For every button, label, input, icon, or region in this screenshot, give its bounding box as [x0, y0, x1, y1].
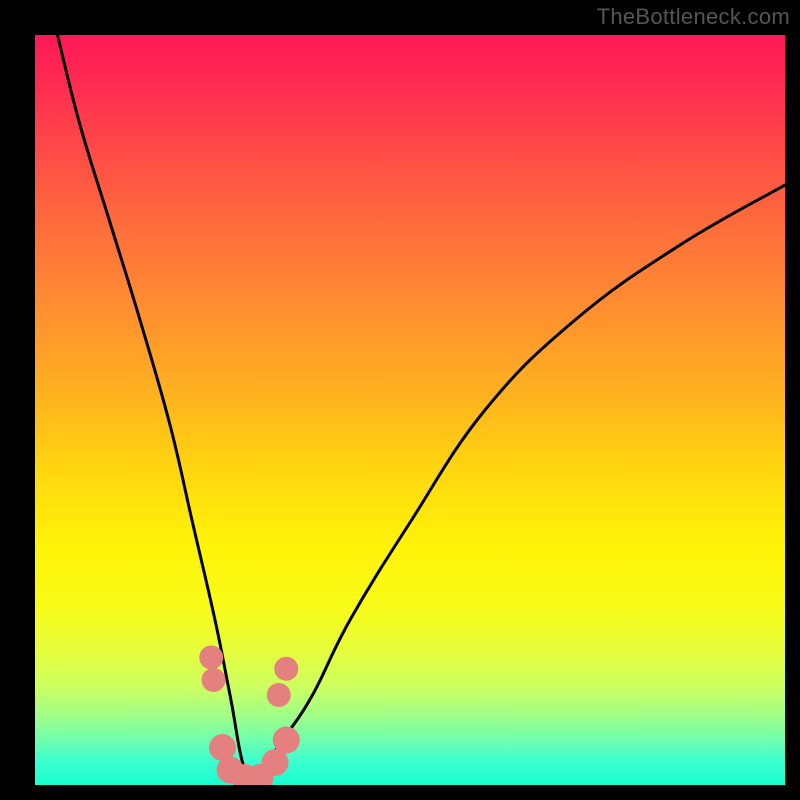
chart-container: TheBottleneck.com: [0, 0, 800, 800]
plot-area: [35, 35, 785, 785]
gradient-background: [35, 35, 785, 785]
watermark-text: TheBottleneck.com: [597, 4, 790, 30]
